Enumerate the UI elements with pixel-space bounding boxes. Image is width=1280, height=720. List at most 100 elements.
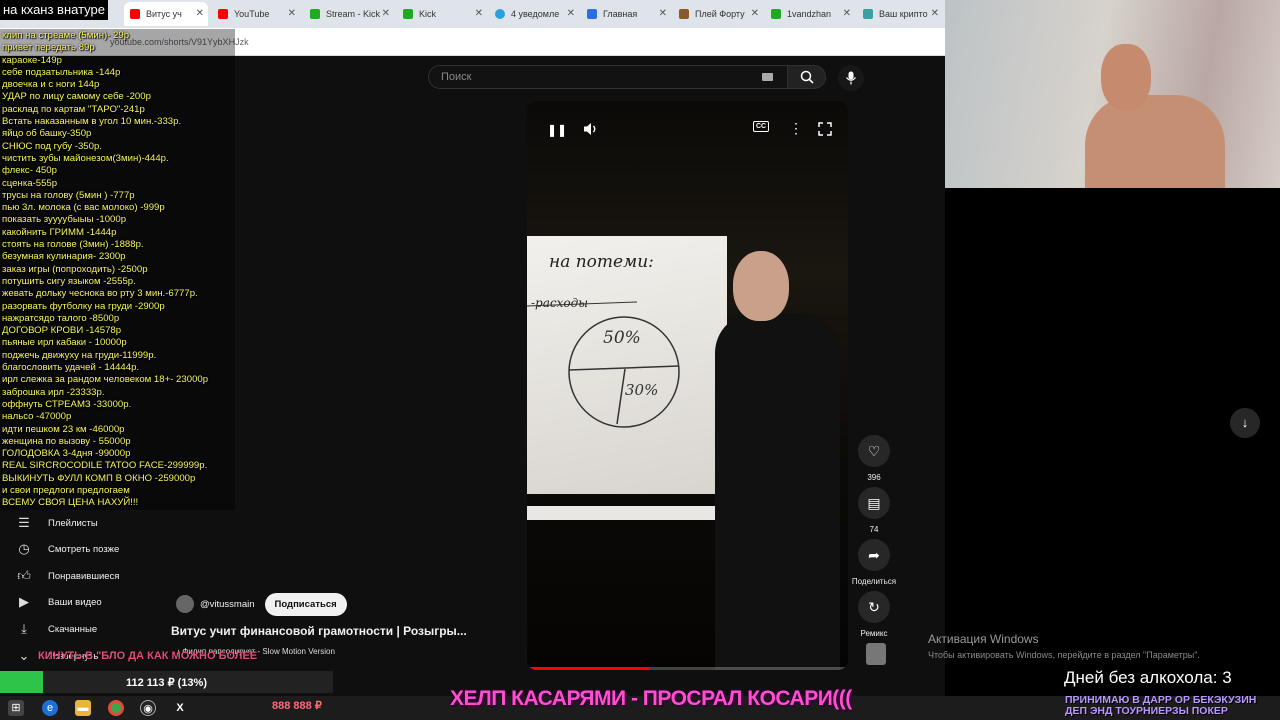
- sidebar-item-playlists[interactable]: ☰ Плейлисты: [14, 513, 98, 533]
- sidebar-item-your-videos[interactable]: ▶ Ваши видео: [14, 592, 102, 612]
- price-item: привет передать 89р: [2, 42, 95, 54]
- price-item: сценка-555р: [2, 177, 58, 189]
- tab-close-icon[interactable]: ✕: [475, 8, 483, 19]
- sidebar-item-label: Скачанные: [48, 623, 98, 635]
- sidebar-item-liked[interactable]: 👍︎ Понравившиеся: [14, 566, 119, 586]
- video-progress-bar[interactable]: [527, 667, 848, 670]
- youtube-favicon-icon: [130, 9, 140, 19]
- video-progress-fill: [527, 667, 649, 670]
- price-item: жевать дольку чеснока во рту 3 мин.-6777…: [2, 288, 198, 300]
- browser-tab[interactable]: Kick ✕: [403, 2, 487, 26]
- pause-icon[interactable]: ❚❚: [547, 123, 567, 137]
- channel-name[interactable]: @vitussmain: [200, 599, 255, 610]
- webcam-feed: [945, 0, 1280, 188]
- start-menu-icon[interactable]: ⊞: [8, 700, 24, 716]
- channel-avatar[interactable]: [176, 595, 194, 613]
- video-title[interactable]: Витус учит финансовой грамотности | Розы…: [171, 624, 467, 638]
- comment-icon[interactable]: ▤: [858, 487, 890, 519]
- x-app-icon[interactable]: X: [172, 700, 188, 716]
- ticker-line: ДЕП ЭНД ТОУРНИЕРЗЫ ПОКЕР: [1065, 705, 1228, 717]
- browser-tab[interactable]: YouTube ✕: [216, 2, 300, 26]
- price-item: Встать наказанным в угол 10 мин.-333р.: [2, 116, 182, 128]
- price-item: показать зуууубыыы -1000р: [2, 214, 127, 226]
- whiteboard-tray: [527, 506, 717, 520]
- volume-icon[interactable]: [583, 122, 599, 136]
- tab-label: YouTube: [234, 9, 270, 19]
- browser-tab[interactable]: Ваш крипто ✕: [863, 2, 943, 26]
- keyboard-icon[interactable]: [762, 73, 773, 81]
- pie-drawing: [527, 301, 680, 428]
- tab-label: Главная: [603, 9, 638, 19]
- browser-tab[interactable]: Stream - Kick ✕: [310, 2, 394, 26]
- price-item: заброшка ирл -23333р.: [2, 386, 105, 398]
- price-item: пьяные ирл кабаки - 10000р: [2, 337, 127, 349]
- tab-label: Витус уч: [146, 9, 182, 19]
- sidebar-item-downloads[interactable]: ⤓ Скачанные: [14, 619, 97, 639]
- tab-close-icon[interactable]: ✕: [567, 8, 575, 19]
- tab-close-icon[interactable]: ✕: [288, 8, 296, 19]
- sidebar-item-label: Плейлисты: [48, 517, 98, 529]
- youtube-favicon-icon: [218, 9, 228, 19]
- tab-close-icon[interactable]: ✕: [659, 8, 667, 19]
- like-action[interactable]: ♡ 396: [856, 435, 892, 482]
- tab-close-icon[interactable]: ✕: [382, 8, 390, 19]
- channel-row: @vitussmain Подписаться: [176, 592, 347, 616]
- browser-tab[interactable]: 4 уведомле ✕: [495, 2, 579, 26]
- tab-close-icon[interactable]: ✕: [196, 8, 204, 19]
- remix-icon[interactable]: ↻: [858, 591, 890, 623]
- sidebar-item-watch-later[interactable]: ◷ Смотреть позже: [14, 539, 119, 559]
- price-item: разорвать футболку на груди -2900р: [2, 300, 165, 312]
- tab-close-icon[interactable]: ✕: [931, 8, 939, 19]
- clock-icon: ◷: [18, 541, 30, 556]
- heart-icon[interactable]: ♡: [858, 435, 890, 467]
- chrome-icon[interactable]: [108, 700, 124, 716]
- share-icon[interactable]: ➦: [858, 539, 890, 571]
- price-item: заказ игры (попроходить) -2500р: [2, 263, 148, 275]
- browser-tab-active[interactable]: Витус уч ✕: [124, 2, 208, 26]
- obs-icon[interactable]: ◉: [140, 700, 156, 716]
- next-video-button[interactable]: ↓: [1230, 408, 1260, 438]
- comments-action[interactable]: ▤ 74: [856, 487, 892, 534]
- presenter: [715, 251, 840, 670]
- price-item: безумная кулинария- 2300р: [2, 251, 126, 263]
- search-button[interactable]: [788, 65, 826, 89]
- price-item: чистить зубы майонезом(3мин)-444р.: [2, 152, 169, 164]
- remix-action[interactable]: ↻ Ремикс: [856, 591, 892, 638]
- browser-tab[interactable]: Главная ✕: [587, 2, 671, 26]
- browser-tab[interactable]: 1vandzhan ✕: [771, 2, 855, 26]
- money-counter: 888 888 ₽: [272, 700, 322, 712]
- donation-price-list: клип на стреаме (5мин)- 29р привет переда…: [0, 29, 235, 510]
- fullscreen-icon[interactable]: [818, 122, 832, 136]
- like-count: 396: [867, 473, 881, 482]
- kick-favicon-icon: [403, 9, 413, 19]
- microphone-icon: [846, 71, 856, 85]
- price-item: какойнить ГРИММ -1444р: [2, 226, 117, 238]
- share-label: Поделиться: [851, 577, 897, 586]
- sound-thumbnail[interactable]: [866, 643, 886, 665]
- edge-icon[interactable]: e: [42, 700, 58, 716]
- share-action[interactable]: ➦ Поделиться: [846, 539, 902, 586]
- kick-favicon-icon: [771, 9, 781, 19]
- price-item: идти пешком 23 км -46000р: [2, 423, 125, 435]
- file-explorer-icon[interactable]: ▬: [75, 700, 91, 716]
- activation-text: Чтобы активировать Windows, перейдите в …: [928, 650, 1200, 660]
- tab-close-icon[interactable]: ✕: [843, 8, 851, 19]
- arrow-down-icon: ↓: [1241, 415, 1249, 430]
- more-options-icon[interactable]: ⋮: [789, 120, 803, 137]
- voice-search-button[interactable]: [838, 65, 864, 91]
- subscribe-button[interactable]: Подписаться: [264, 592, 347, 616]
- help-banner: ХЕЛП КАСАРЯМИ - ПРОСРАЛ КОСАРИ(((: [450, 687, 852, 710]
- shorts-video-player[interactable]: на потеми: -расходы 50% 30% ❚❚ CC ⋮: [527, 101, 848, 670]
- whiteboard: на потеми: -расходы 50% 30%: [527, 236, 727, 494]
- telegram-favicon-icon: [495, 9, 505, 19]
- browser-tab[interactable]: Плей Форту ✕: [679, 2, 763, 26]
- search-input[interactable]: Поиск: [428, 65, 788, 89]
- sidebar-item-label: Смотреть позже: [48, 543, 120, 555]
- price-item: клип на стреаме (5мин)- 29р: [2, 30, 130, 41]
- tab-close-icon[interactable]: ✕: [751, 8, 759, 19]
- browser-tab-bar: Витус уч ✕ YouTube ✕ Stream - Kick ✕ Kic…: [0, 0, 945, 28]
- price-item: поджечь движуху на груди-11999р.: [2, 349, 157, 361]
- alert-marquee: КИНУТЬ В "БЛО ДА КАК МОЖНО БОЛЕЕ: [38, 650, 258, 662]
- remix-label: Ремикс: [860, 629, 888, 638]
- captions-icon[interactable]: CC: [753, 121, 770, 132]
